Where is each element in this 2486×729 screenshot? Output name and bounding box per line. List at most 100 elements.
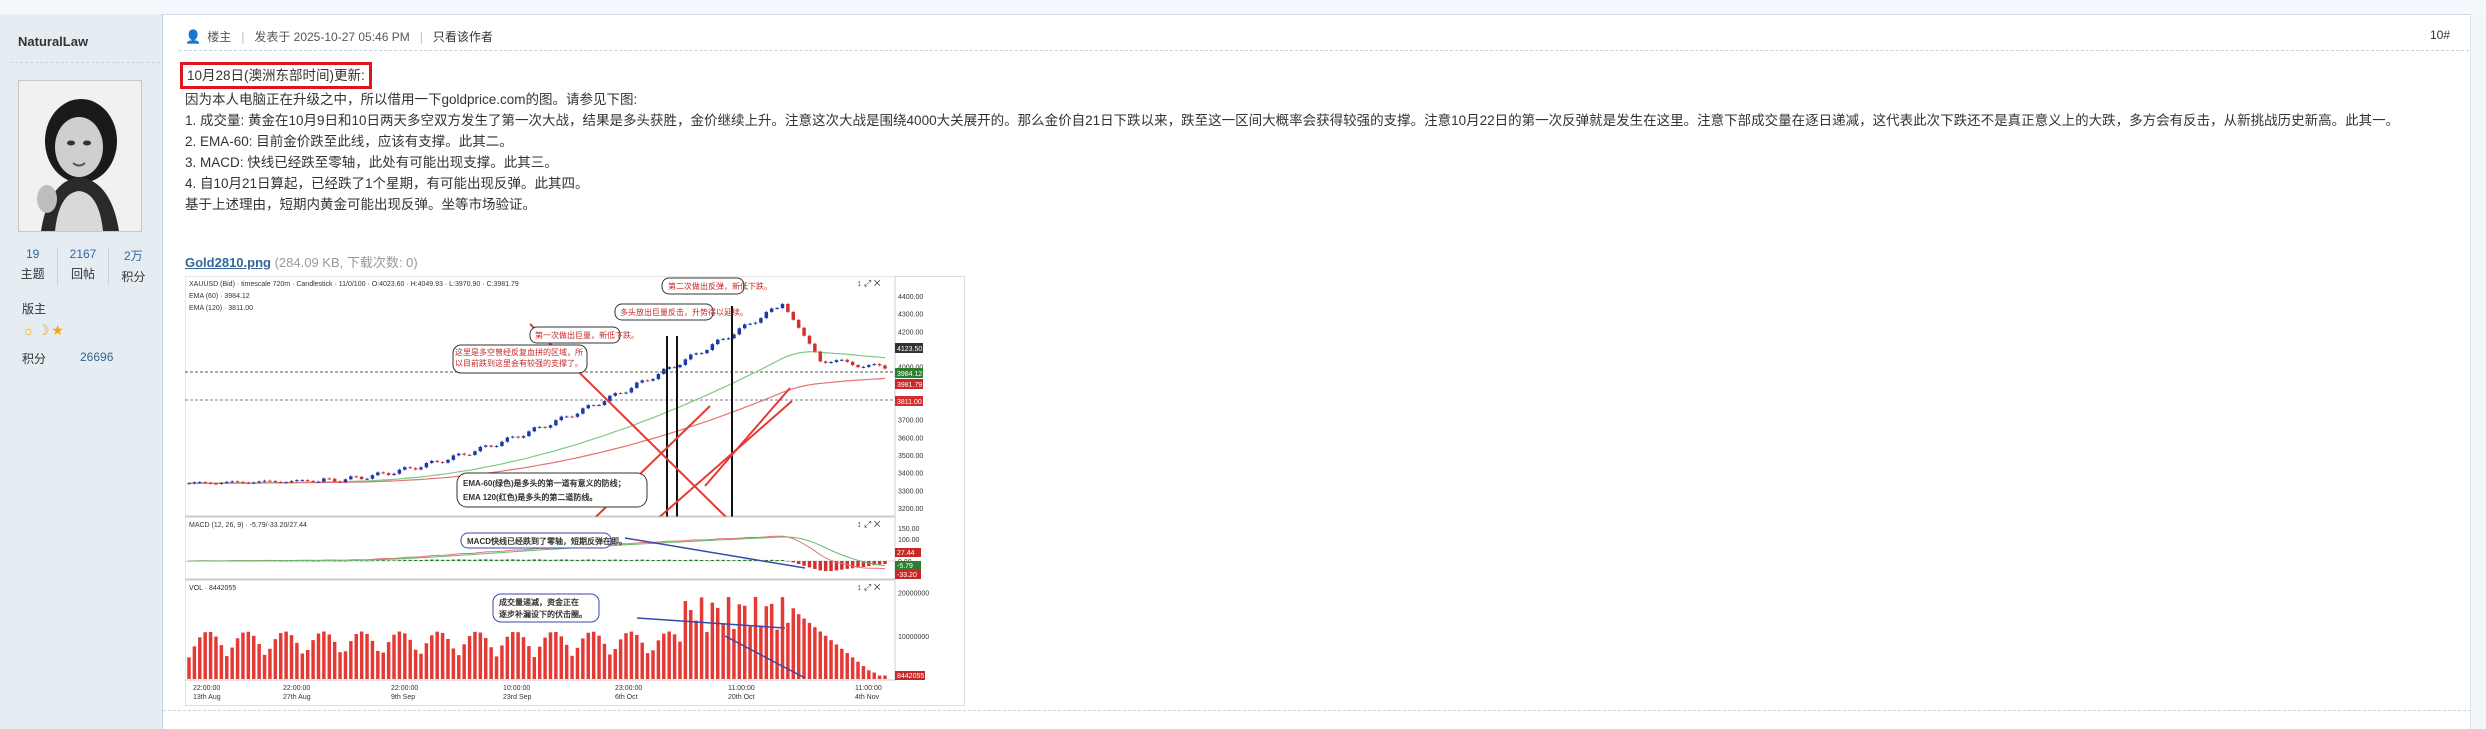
macd-bar: [829, 561, 833, 572]
vol-bar: [850, 657, 855, 679]
vol-bar: [527, 646, 531, 679]
stat-credits[interactable]: 2万 积分: [109, 247, 158, 285]
candle: [737, 328, 742, 335]
stat-replies[interactable]: 2167 回帖: [58, 247, 109, 285]
macd-bar: [473, 559, 477, 561]
candle: [537, 426, 542, 428]
attachment-image[interactable]: XAUUSD (Bid) · timescale 720m · Candlest…: [184, 275, 966, 711]
vol-bar: [802, 618, 806, 679]
floor-number[interactable]: 10#: [2430, 28, 2450, 42]
user-group[interactable]: 版主: [22, 300, 46, 317]
vol-bar: [349, 641, 353, 679]
macd-bar: [683, 559, 688, 561]
sun-icon: ☼: [22, 322, 37, 338]
macd-bar: [532, 559, 537, 561]
candle: [419, 467, 423, 470]
vol-bar: [435, 631, 439, 679]
price-tick-label: 3600.00: [898, 435, 923, 442]
macd-bar: [602, 559, 607, 561]
candle: [618, 393, 623, 395]
only-author-link[interactable]: 只看该作者: [433, 28, 493, 45]
vol-bar: [575, 647, 580, 679]
vol-bar: [769, 603, 774, 679]
user-icon: 👤: [185, 28, 202, 44]
attachment-link[interactable]: Gold2810.png: [185, 255, 271, 270]
candle: [198, 482, 202, 484]
vol-bar: [273, 639, 278, 679]
candle: [435, 460, 439, 463]
macd-bar: [462, 559, 466, 561]
candle: [295, 480, 299, 482]
vol-bar: [457, 655, 461, 679]
macd-bar: [467, 559, 472, 561]
candle: [386, 473, 391, 475]
vol-bar: [397, 631, 402, 679]
candle: [381, 472, 385, 474]
vol-bar: [554, 631, 558, 679]
vol-bar: [845, 653, 849, 679]
candle: [467, 454, 472, 456]
candle: [397, 469, 402, 474]
candle: [564, 416, 569, 418]
vol-bar: [386, 642, 391, 679]
macd-bar: [737, 559, 742, 561]
annotation: EMA 120(红色)是多头的第二道防线。: [463, 492, 597, 502]
macd-bar: [710, 559, 715, 561]
price-tick-label: 3300.00: [898, 488, 923, 495]
macd-bar: [667, 559, 671, 561]
annotation: 第二次做出反弹，新低下跌。: [668, 281, 772, 291]
vol-tick-label: 10000000: [898, 634, 929, 641]
macd-bar: [559, 559, 564, 561]
macd-bar: [802, 561, 806, 566]
macd-bar: [613, 559, 617, 561]
date-tick-time: 22:00:00: [193, 685, 220, 692]
stat-value: 2万: [123, 249, 143, 263]
macd-bar: [478, 559, 483, 561]
macd-bar: [403, 559, 407, 561]
post-line: 2. EMA-60: 目前金价跌至此线，应该有支撑。此其二。: [185, 134, 513, 149]
macd-bar: [689, 559, 693, 561]
candle: [284, 482, 288, 484]
date-tick-date: 23rd Sep: [503, 694, 532, 701]
candle: [246, 482, 251, 484]
macd-bar: [516, 559, 520, 561]
vol-bar: [791, 608, 796, 679]
panel-controls-icon[interactable]: ↕ ⤢ ✕: [857, 278, 881, 288]
candle: [462, 453, 466, 455]
candle: [365, 478, 369, 480]
macd-bar: [311, 560, 315, 562]
macd-bar: [494, 559, 499, 561]
candle: [575, 413, 580, 417]
vol-bar: [252, 635, 256, 679]
vol-bar: [624, 633, 628, 679]
stat-label: 积分: [121, 270, 146, 284]
candle: [764, 311, 769, 319]
candle: [694, 353, 698, 355]
vol-bar: [759, 625, 763, 679]
macd-bar: [635, 559, 639, 561]
scrollbar[interactable]: [2470, 14, 2486, 729]
candle: [408, 467, 412, 469]
stat-threads[interactable]: 19 主题: [8, 247, 59, 285]
candle: [813, 343, 817, 352]
vol-bar: [203, 632, 207, 679]
avatar[interactable]: [18, 80, 142, 232]
macd-bar: [397, 560, 402, 561]
date-tick-time: 11:00:00: [728, 685, 755, 692]
macd-bar: [489, 559, 493, 561]
candle: [716, 339, 720, 345]
panel-controls-icon[interactable]: ↕ ⤢ ✕: [857, 519, 881, 529]
panel-controls-icon[interactable]: ↕ ⤢ ✕: [857, 582, 881, 592]
candle: [802, 327, 806, 336]
macd-bar: [721, 559, 725, 561]
vol-bar: [246, 631, 251, 679]
vol-bar: [408, 639, 412, 679]
candle: [656, 373, 661, 380]
vol-bar: [510, 632, 515, 679]
annotation: 第一次做出巨量，新低下跌。: [535, 330, 639, 340]
vol-bar: [230, 647, 234, 679]
author-name[interactable]: NaturalLaw: [18, 34, 88, 49]
candle: [252, 482, 256, 484]
macd-bar: [500, 559, 504, 561]
vol-bar: [467, 636, 472, 679]
